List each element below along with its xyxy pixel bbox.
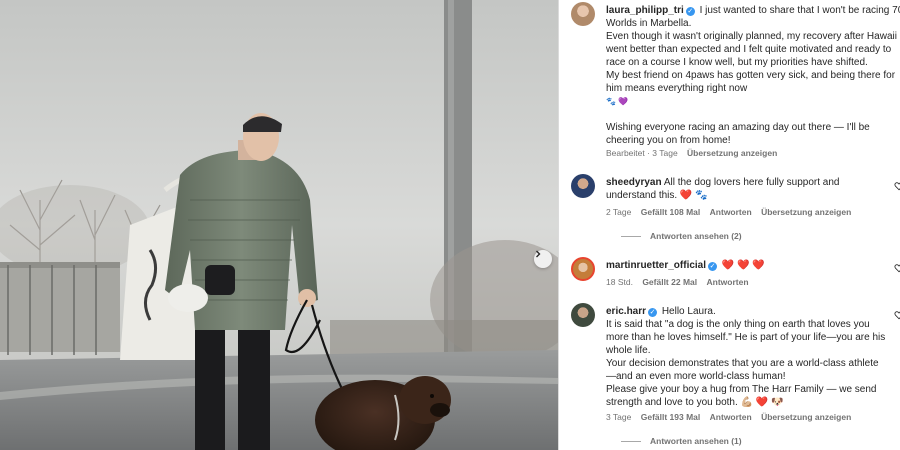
comment-likes[interactable]: Gefällt 108 Mal [641,207,701,217]
caption-text-line: Wishing everyone racing an amazing day o… [606,122,870,133]
heart-outline-icon[interactable] [894,181,900,191]
comment-text-line: strength and love to you both. 💪🏼 ❤️ 🐶 [606,397,784,408]
caption-username[interactable]: laura_philipp_tri [606,5,684,16]
caption-text-line: went better than expected and I felt qui… [606,44,892,55]
comment-text-line: understand this. ❤️ 🐾 [606,190,708,201]
comment-username[interactable]: martinruetter_official [606,260,706,271]
comment-text-line: Your decision demonstrates that you are … [606,358,879,369]
reply-button[interactable]: Antworten [710,207,752,217]
comment-text-line: —and an even more world-class human! [606,371,786,382]
verified-badge-icon: ✓ [685,7,695,16]
comment-time: 2 Tage [606,207,632,217]
comment-text-line: Hello Laura. [661,306,716,317]
comment-text-line: more than he loves himself." He is part … [606,332,886,343]
caption-translate-link[interactable]: Übersetzung anzeigen [687,148,777,158]
comment-text-line: whole life. [606,345,651,356]
comment-text-line: Please give your boy a hug from The Harr… [606,384,877,395]
comment-likes[interactable]: Gefällt 22 Mal [642,277,697,287]
heart-outline-icon[interactable] [894,310,900,320]
caption-text-line: race on a course I know well, but my pri… [606,57,868,68]
view-replies-button[interactable]: Antworten ansehen (2) [621,231,742,241]
comment-text-line: All the dog lovers here fully support an… [663,177,840,188]
verified-badge-icon: ✓ [648,308,658,317]
comments-panel: laura_philipp_tri ✓ I just wanted to shar… [559,0,900,450]
view-replies-label: Antworten ansehen (2) [650,231,742,241]
photo-scene [0,0,558,450]
caption-edited-time: Bearbeitet · 3 Tage [606,148,678,158]
view-replies-label: Antworten ansehen (1) [650,436,742,446]
caption-text-line [606,108,900,121]
replies-dash [621,236,641,238]
reply-button[interactable]: Antworten [710,412,752,422]
reply-button[interactable]: Antworten [707,277,749,287]
caption-text-line: Even though it wasn't originally planned… [606,31,897,42]
caption-text-line: cheering you on from home! [606,135,731,146]
avatar[interactable] [571,303,595,327]
post-photo [0,0,558,450]
comment-username[interactable]: eric.harr [606,306,646,317]
comment-translate-link[interactable]: Übersetzung anzeigen [761,207,851,217]
comment-likes[interactable]: Gefällt 193 Mal [641,412,701,422]
replies-dash [621,441,641,443]
caption-text-line: I just wanted to share that I won't be r… [699,5,900,16]
comment-time: 18 Std. [606,277,633,287]
avatar[interactable] [571,257,595,281]
chevron-right-icon [536,250,541,258]
caption-text-line: 🐾 💜 [606,97,629,106]
avatar[interactable] [571,174,595,198]
comment-username[interactable]: sheedyryan [606,177,662,188]
comment-translate-link[interactable]: Übersetzung anzeigen [761,412,851,422]
comment-text-line: ❤️ ❤️ ❤️ [721,260,765,271]
verified-badge-icon: ✓ [708,262,718,271]
comment-time: 3 Tage [606,412,632,422]
avatar[interactable] [571,2,595,26]
comment-text-line: It is said that "a dog is the only thing… [606,319,870,330]
caption-text-line: My best friend on 4paws has gotten very … [606,70,896,81]
heart-outline-icon[interactable] [894,263,900,273]
caption-text-line: Worlds in Marbella. [606,18,692,29]
caption-text-line: him means everything right now [606,83,748,94]
next-photo-button[interactable] [534,250,552,268]
view-replies-button[interactable]: Antworten ansehen (1) [621,436,742,446]
